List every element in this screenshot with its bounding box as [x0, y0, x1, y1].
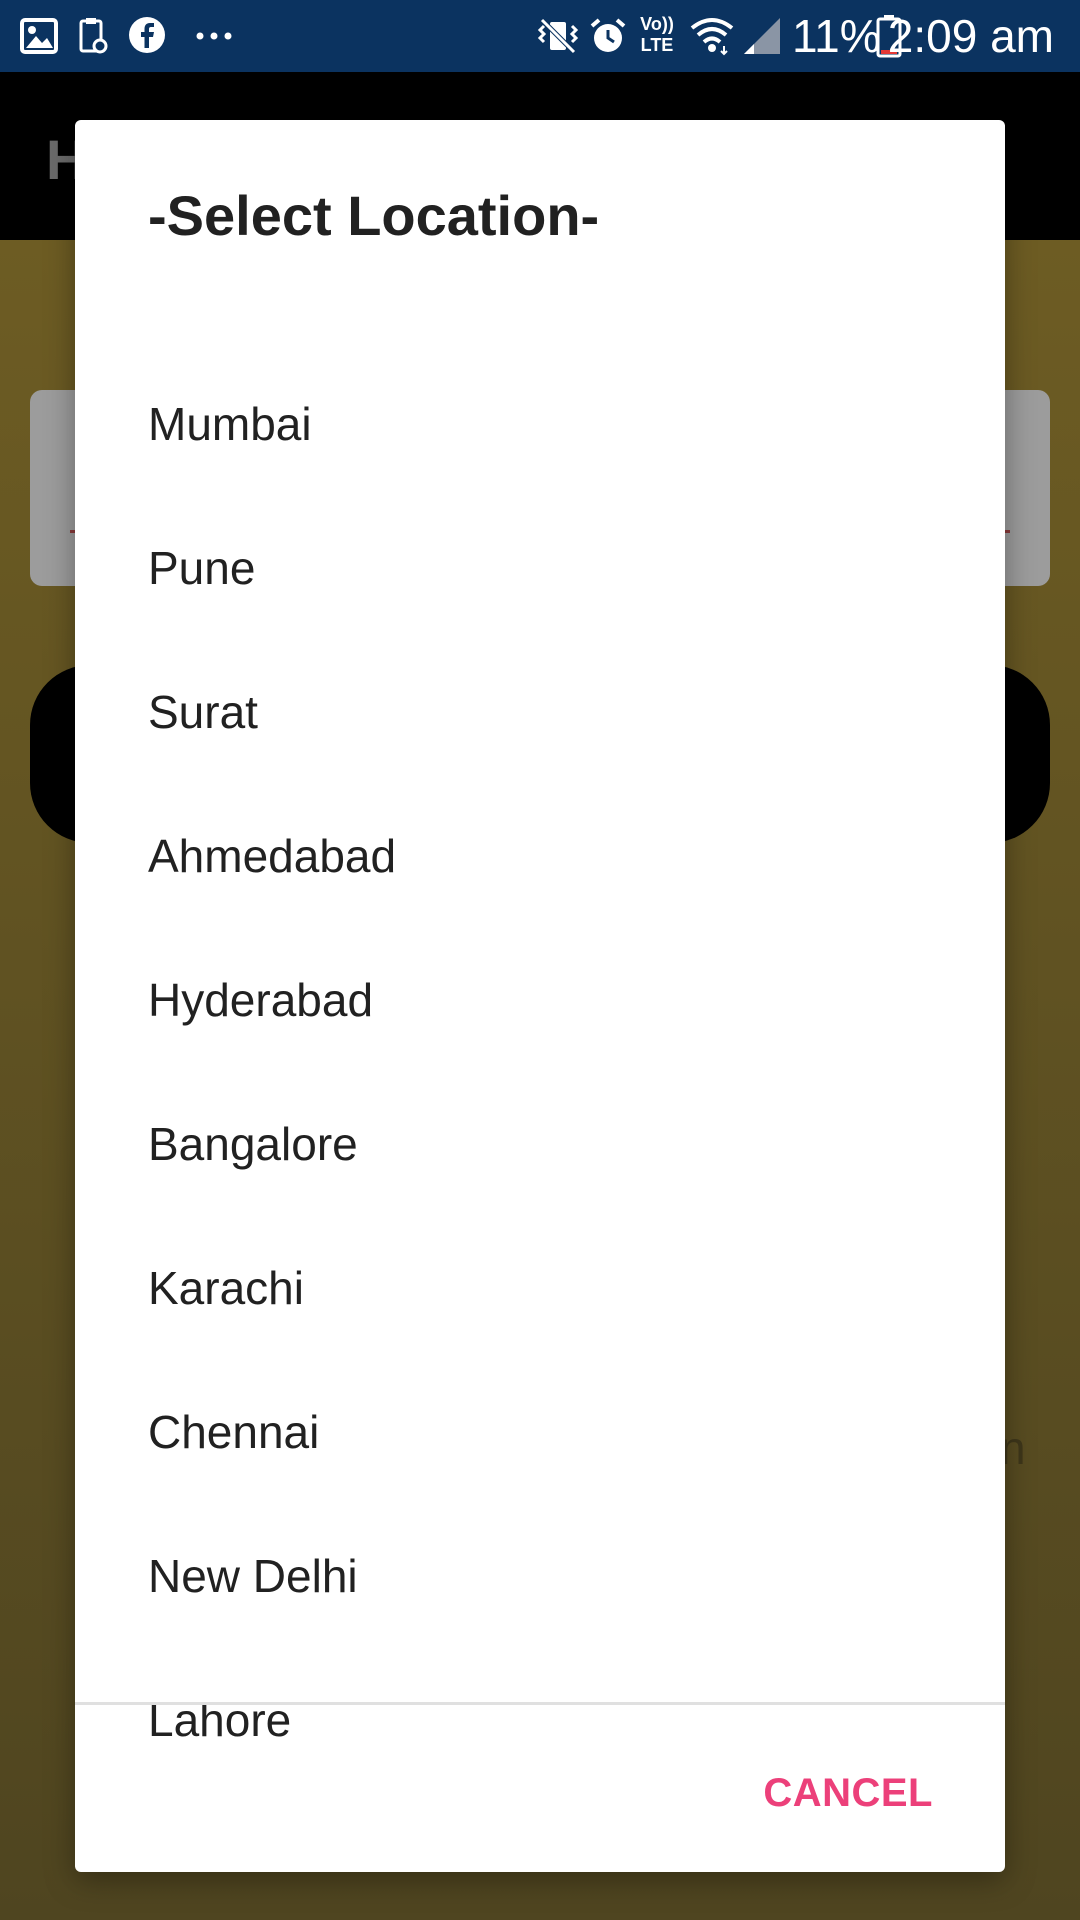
volte-icon: Vo)) LTE — [640, 14, 674, 55]
location-option-list[interactable]: Mumbai Pune Surat Ahmedabad Hyderabad Ba… — [75, 352, 1005, 1822]
wifi-icon — [690, 18, 734, 56]
location-option-bangalore[interactable]: Bangalore — [75, 1072, 1005, 1216]
app-toolbar-title: H — [46, 128, 76, 191]
cancel-button[interactable]: CANCEL — [761, 1760, 935, 1826]
clipboard-icon — [79, 18, 108, 54]
vibrate-icon — [537, 18, 579, 54]
status-bar: Vo)) LTE 11% 2:09 am — [0, 0, 1080, 72]
dialog-title: -Select Location- — [148, 184, 600, 247]
location-option-new-delhi[interactable]: New Delhi — [75, 1504, 1005, 1648]
location-option-mumbai[interactable]: Mumbai — [75, 352, 1005, 496]
alarm-icon — [590, 18, 626, 52]
dialog-divider — [75, 1702, 1005, 1705]
location-option-ahmedabad[interactable]: Ahmedabad — [75, 784, 1005, 928]
more-icon — [196, 32, 232, 40]
select-location-dialog: -Select Location- Mumbai Pune Surat Ahme… — [75, 120, 1005, 1872]
location-option-chennai[interactable]: Chennai — [75, 1360, 1005, 1504]
status-time: 2:09 am — [887, 10, 1054, 62]
facebook-icon — [129, 17, 165, 53]
location-option-karachi[interactable]: Karachi — [75, 1216, 1005, 1360]
location-option-surat[interactable]: Surat — [75, 640, 1005, 784]
image-icon — [20, 18, 58, 54]
location-option-hyderabad[interactable]: Hyderabad — [75, 928, 1005, 1072]
signal-icon — [744, 18, 780, 54]
battery-percent: 11% — [792, 10, 881, 62]
location-option-pune[interactable]: Pune — [75, 496, 1005, 640]
